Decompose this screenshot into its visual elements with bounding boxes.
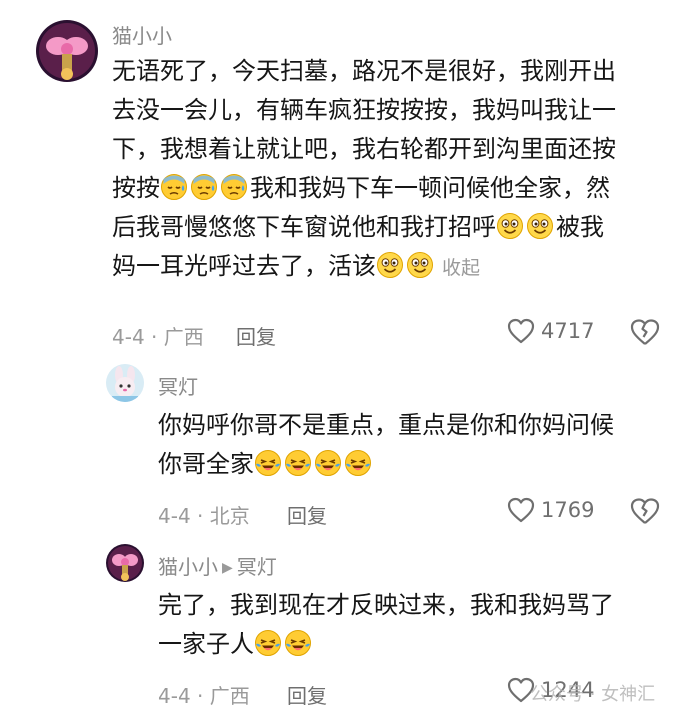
username[interactable]: 猫小小: [158, 555, 218, 579]
avatar[interactable]: [106, 544, 144, 582]
reply-button[interactable]: 回复: [287, 500, 327, 529]
laugh-cry-emoji: [284, 629, 312, 657]
grin-face-emoji: [526, 212, 554, 240]
comment-text: 你妈呼你哥不是重点，重点是你和你妈问候 你哥全家: [158, 406, 678, 484]
avatar-image: [106, 364, 144, 402]
laugh-cry-emoji: [314, 449, 342, 477]
comment-text-segment: 按按: [112, 174, 160, 202]
reply-header: 猫小小 ▶ 冥灯: [158, 551, 277, 580]
comment-text-segment: 我和我妈下车一顿问候他全家，然: [250, 174, 610, 202]
collapse-link[interactable]: 收起: [442, 257, 480, 279]
avatar[interactable]: [106, 364, 144, 402]
comment-text-segment: 无语死了，今天扫墓，路况不是很好，我刚开出: [112, 57, 616, 85]
comment-text-segment: 去没一会儿，有辆车疯狂按按按，我妈叫我让一: [112, 96, 616, 124]
comment-date-location: 4-4 · 广西: [112, 325, 204, 349]
reply-to-username[interactable]: 冥灯: [237, 555, 277, 579]
like-count: 1769: [541, 498, 595, 522]
laugh-cry-emoji: [254, 449, 282, 477]
comment-date-location: 4-4 · 北京: [158, 504, 250, 528]
sweat-face-emoji: [220, 173, 248, 201]
like-count: 4717: [541, 319, 595, 343]
username[interactable]: 猫小小: [112, 20, 172, 49]
comment-text-segment: 一家子人: [158, 630, 254, 658]
avatar-image: [106, 544, 144, 582]
reply-button[interactable]: 回复: [287, 680, 327, 709]
heart-icon: [507, 318, 535, 344]
watermark: 公众号 · 女神汇: [530, 684, 656, 705]
heart-icon: [507, 497, 535, 523]
comment-text-segment: 下，我想着让就让吧，我右轮都开到沟里面还按: [112, 135, 616, 163]
dislike-button[interactable]: [630, 497, 660, 529]
username[interactable]: 冥灯: [158, 371, 198, 400]
comment-text-segment: 妈一耳光呼过去了，活该: [112, 252, 376, 280]
comment-text-segment: 后我哥慢悠悠下车窗说他和我打招呼: [112, 213, 496, 241]
comment-text-segment: 你哥全家: [158, 450, 254, 478]
broken-heart-icon: [630, 319, 660, 345]
sweat-face-emoji: [190, 173, 218, 201]
broken-heart-icon: [630, 498, 660, 524]
reply-button[interactable]: 回复: [236, 321, 276, 350]
grin-face-emoji: [406, 251, 434, 279]
comment-text-segment: 你妈呼你哥不是重点，重点是你和你妈问候: [158, 411, 614, 439]
like-button[interactable]: 1769: [507, 497, 594, 523]
comment-date-location: 4-4 · 广西: [158, 684, 250, 708]
laugh-cry-emoji: [344, 449, 372, 477]
grin-face-emoji: [496, 212, 524, 240]
comment-text: 无语死了，今天扫墓，路况不是很好，我刚开出 去没一会儿，有辆车疯狂按按按，我妈叫我…: [112, 52, 672, 288]
grin-face-emoji: [376, 251, 404, 279]
avatar[interactable]: [36, 20, 98, 82]
avatar-image: [36, 20, 98, 82]
comment-text-segment: 被我: [556, 213, 604, 241]
laugh-cry-emoji: [254, 629, 282, 657]
comment-text-segment: 完了，我到现在才反映过来，我和我妈骂了: [158, 591, 614, 619]
reply-arrow-icon: ▶: [222, 560, 233, 576]
like-button[interactable]: 4717: [507, 318, 594, 344]
sweat-face-emoji: [160, 173, 188, 201]
laugh-cry-emoji: [284, 449, 312, 477]
dislike-button[interactable]: [630, 318, 660, 350]
comment-text: 完了，我到现在才反映过来，我和我妈骂了 一家子人: [158, 586, 678, 664]
